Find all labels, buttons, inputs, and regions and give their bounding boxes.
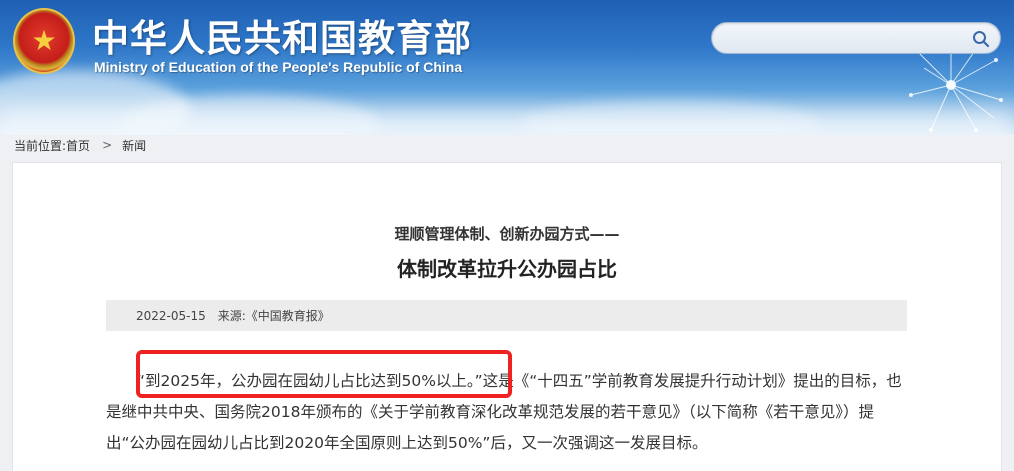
search-box[interactable] [711,22,1001,54]
article-source: 来源:《中国教育报》 [217,309,330,323]
search-input[interactable] [726,28,966,50]
breadcrumb-separator: > [102,138,113,152]
article-subtitle: 理顺管理体制、创新办园方式—— [394,225,620,243]
search-icon[interactable] [972,30,990,48]
breadcrumb-label: 当前位置: [14,138,67,153]
site-title-cn[interactable]: 中华人民共和国教育部 [92,8,472,62]
breadcrumb-home-link[interactable]: 首页 [66,137,90,154]
site-title-en: Ministry of Education of the People's Re… [94,59,463,75]
article-title: 体制改革拉升公办园占比 [397,257,617,281]
breadcrumb: 当前位置: 首页 > 新闻 [14,137,146,153]
national-emblem-icon[interactable]: ★ [13,8,75,74]
breadcrumb-current-link[interactable]: 新闻 [122,137,146,154]
star-icon: ★ [31,24,57,57]
article-date: 2022-05-15 [136,308,206,323]
site-header: ★ 中华人民共和国教育部 Ministry of Education of th… [0,0,1014,135]
article-meta-bar: 2022-05-15 来源:《中国教育报》 [106,300,907,331]
highlight-annotation-box [136,350,512,398]
